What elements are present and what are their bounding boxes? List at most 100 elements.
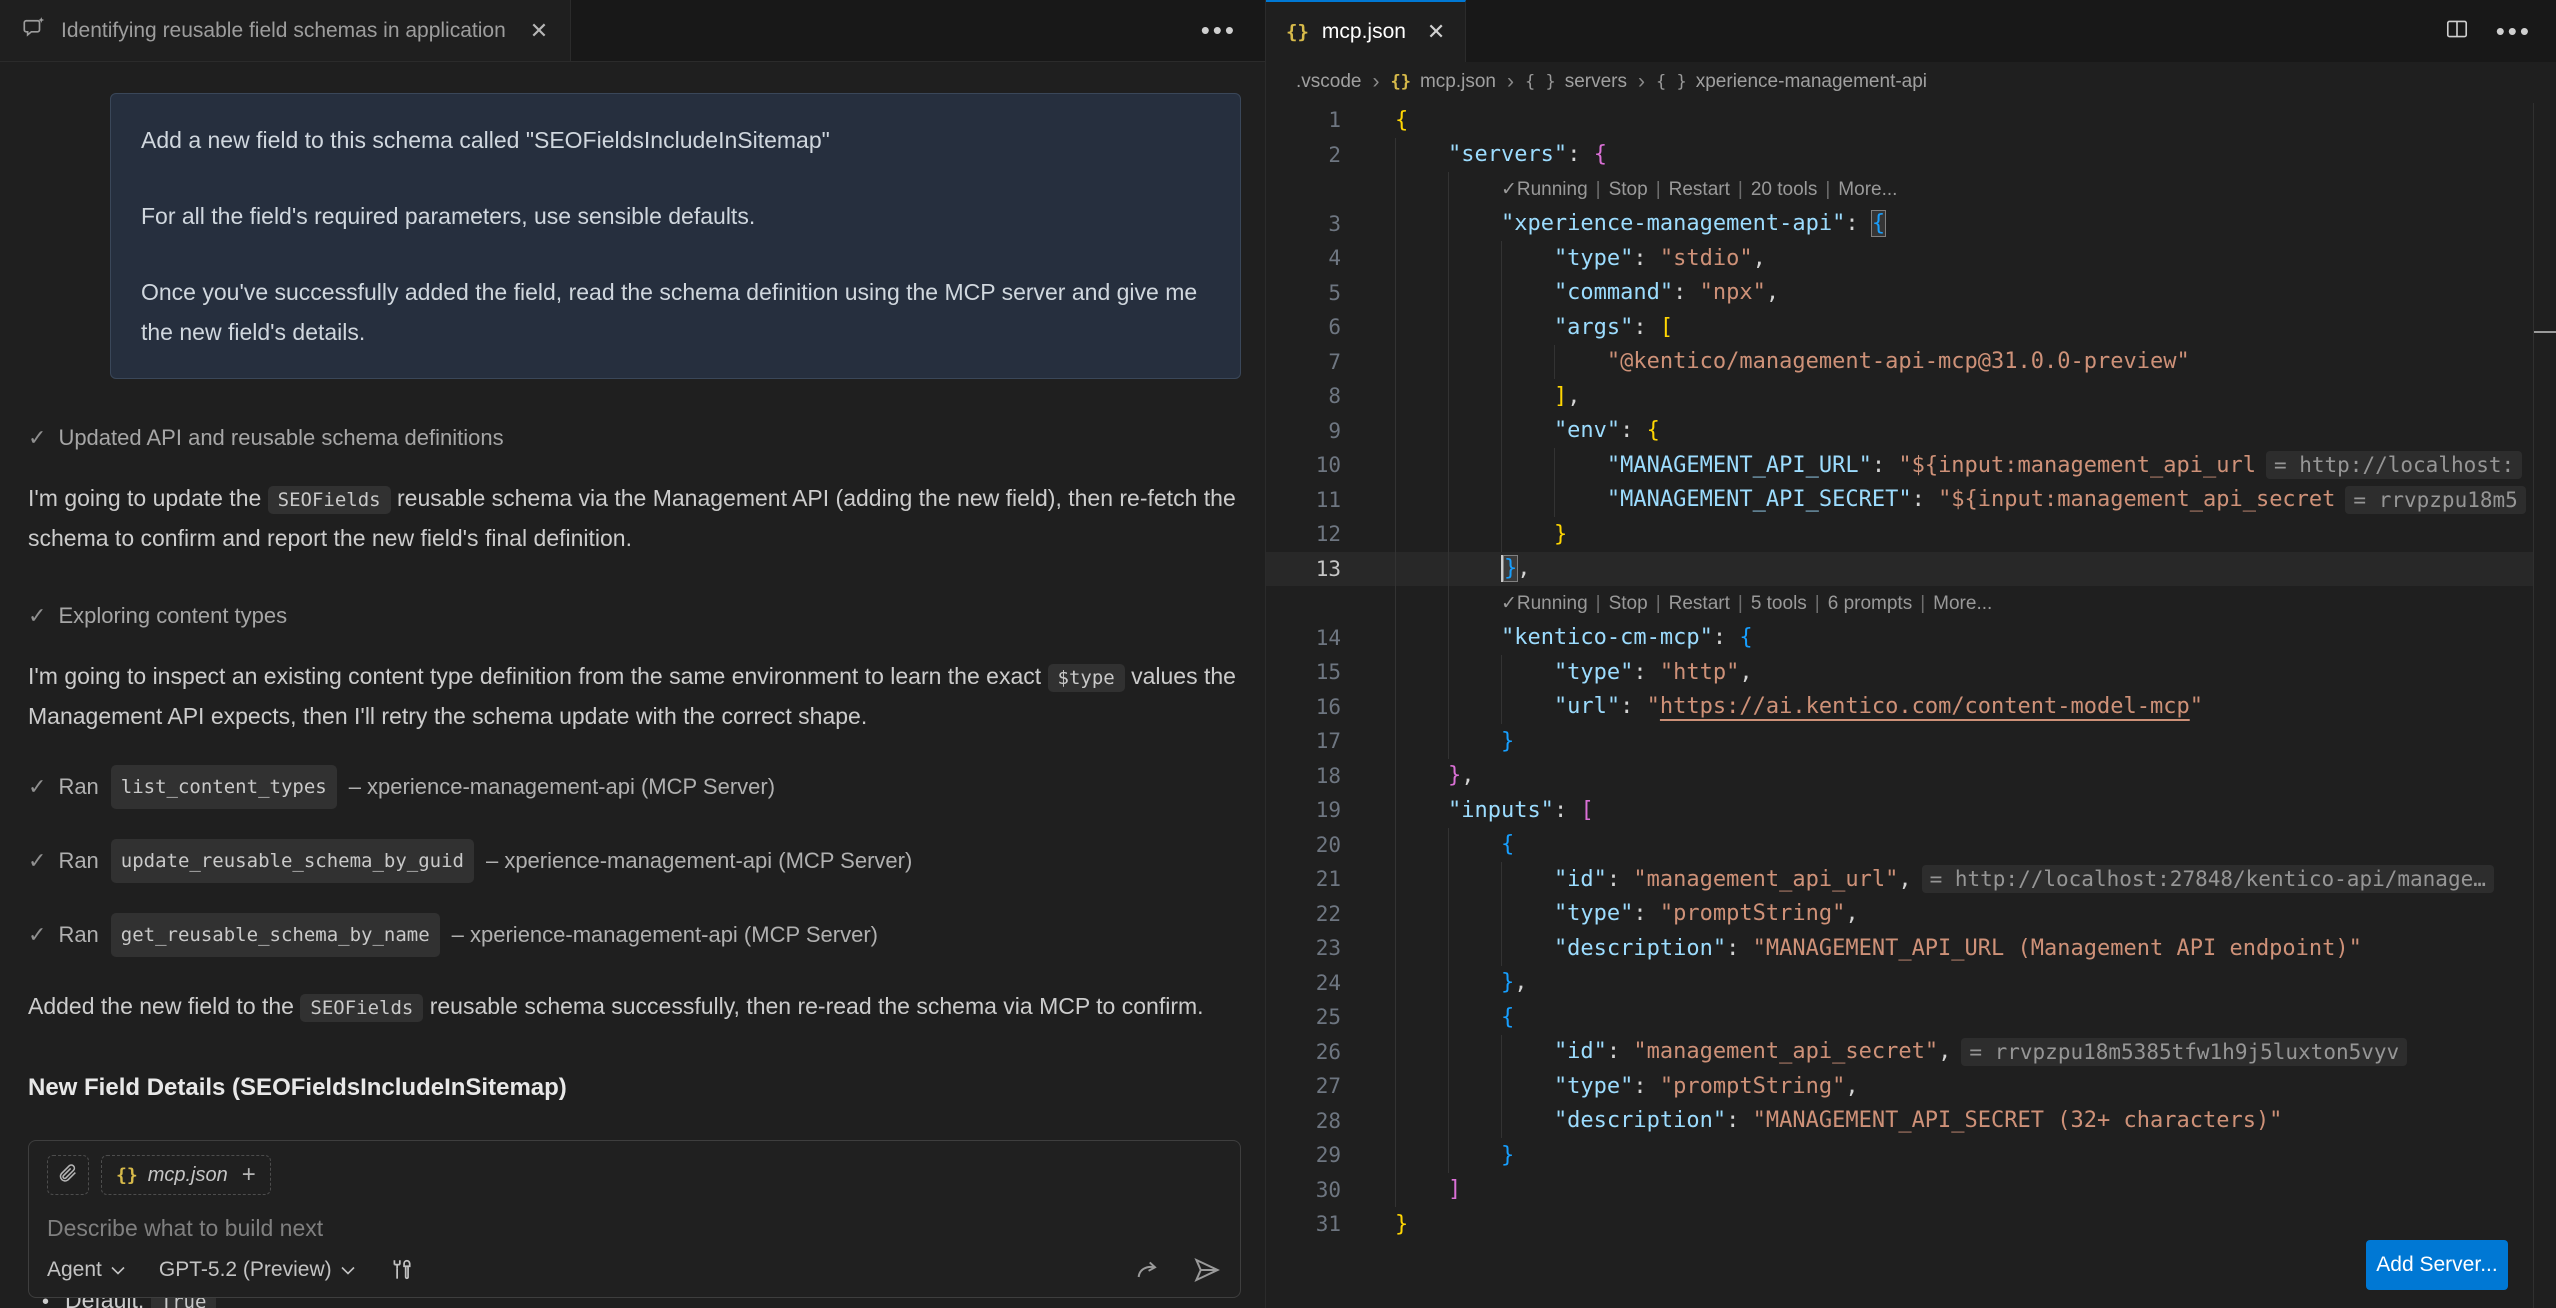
line-content: "type": "promptString", bbox=[1341, 897, 1859, 932]
code-line: 8], bbox=[1266, 379, 2533, 414]
add-context-icon[interactable]: + bbox=[242, 1161, 256, 1189]
inline-code: SEOFields bbox=[300, 994, 423, 1022]
codelens-link[interactable]: 5 tools bbox=[1751, 593, 1807, 614]
code-line: 29} bbox=[1266, 1138, 2533, 1173]
code-line: 13}, bbox=[1266, 552, 2533, 587]
curved-arrow-icon bbox=[1134, 1256, 1162, 1284]
codelens-link[interactable]: More... bbox=[1933, 593, 1992, 614]
indent-guides bbox=[1395, 241, 1554, 276]
codelens-link[interactable]: Running bbox=[1517, 179, 1588, 200]
chat-input-actions bbox=[1134, 1255, 1222, 1285]
chat-input-box[interactable]: {} mcp.json + Describe what to build nex… bbox=[28, 1140, 1241, 1298]
mode-picker-label: Agent bbox=[47, 1258, 102, 1282]
line-number: 30 bbox=[1266, 1178, 1341, 1202]
json-file-icon: {} bbox=[116, 1165, 138, 1186]
code-token: "id" bbox=[1554, 867, 1607, 892]
codelens-text: ✓Running|Stop|Restart|5 tools|6 prompts|… bbox=[1501, 592, 1992, 615]
braces-icon: { } bbox=[1656, 72, 1687, 92]
code-token: , bbox=[1845, 901, 1858, 926]
breadcrumb-item[interactable]: {}mcp.json bbox=[1390, 71, 1496, 93]
editor-tab-mcp-json[interactable]: {} mcp.json ✕ bbox=[1266, 0, 1466, 62]
breadcrumb-item[interactable]: .vscode bbox=[1296, 71, 1361, 93]
codelens-link[interactable]: 6 prompts bbox=[1828, 593, 1912, 614]
codelens-separator: | bbox=[1730, 593, 1751, 614]
code-editor[interactable]: 1{2"servers": {✓Running|Stop|Restart|20 … bbox=[1266, 103, 2533, 1308]
indent-guides bbox=[1395, 379, 1554, 414]
line-number: 22 bbox=[1266, 902, 1341, 926]
breadcrumb-item[interactable]: { }xperience-management-api bbox=[1656, 71, 1927, 93]
line-content: ], bbox=[1341, 379, 1580, 414]
editor-more-icon[interactable]: ••• bbox=[2496, 16, 2532, 47]
line-number: 5 bbox=[1266, 281, 1341, 305]
split-editor-icon[interactable] bbox=[2444, 16, 2470, 47]
forward-button[interactable] bbox=[1134, 1256, 1162, 1284]
code-token: : bbox=[1633, 901, 1660, 926]
codelens-link[interactable]: More... bbox=[1838, 179, 1897, 200]
codelens-separator: | bbox=[1730, 179, 1751, 200]
code-token: "env" bbox=[1554, 418, 1620, 443]
tool-name-chip[interactable]: get_reusable_schema_by_name bbox=[111, 913, 440, 957]
indent-guides bbox=[1395, 448, 1607, 483]
codelens-link[interactable]: Stop bbox=[1609, 179, 1648, 200]
codelens-link[interactable]: Running bbox=[1517, 593, 1588, 614]
add-server-button[interactable]: Add Server... bbox=[2366, 1240, 2508, 1290]
tool-name-chip[interactable]: list_content_types bbox=[111, 765, 337, 809]
attach-button[interactable] bbox=[47, 1155, 89, 1195]
code-line: 17} bbox=[1266, 724, 2533, 759]
braces-icon: { } bbox=[1525, 72, 1556, 92]
codelens-link[interactable]: Restart bbox=[1669, 593, 1730, 614]
code-token: [ bbox=[1580, 798, 1593, 823]
code-token: : bbox=[1633, 246, 1660, 271]
step-row: ✓Updated API and reusable schema definit… bbox=[28, 419, 1241, 457]
tools-button[interactable] bbox=[389, 1257, 415, 1283]
line-number: 14 bbox=[1266, 626, 1341, 650]
check-icon: ✓ bbox=[28, 768, 46, 806]
line-number: 13 bbox=[1266, 557, 1341, 581]
chat-input-toolbar: Agent GPT-5.2 (Preview) bbox=[47, 1255, 1222, 1285]
code-line: 22"type": "promptString", bbox=[1266, 897, 2533, 932]
codelens-link[interactable]: Restart bbox=[1669, 179, 1730, 200]
code-token: } bbox=[1554, 522, 1567, 547]
code-line: 4"type": "stdio", bbox=[1266, 241, 2533, 276]
code-token: "description" bbox=[1554, 936, 1726, 961]
editor-tab-close-icon[interactable]: ✕ bbox=[1427, 19, 1445, 45]
url-link[interactable]: https://ai.kentico.com/content-model-mcp bbox=[1660, 694, 2190, 719]
chat-tab-close-icon[interactable]: ✕ bbox=[530, 18, 548, 44]
line-content: }, bbox=[1341, 966, 1527, 1001]
code-token: "${input:management_api_url bbox=[1898, 453, 2256, 478]
breadcrumb-separator: › bbox=[1638, 70, 1645, 94]
editor-scrollbar[interactable] bbox=[2533, 103, 2556, 1308]
tool-name-chip[interactable]: update_reusable_schema_by_guid bbox=[111, 839, 474, 883]
line-content: "id": "management_api_url",= http://loca… bbox=[1341, 862, 2494, 897]
code-token: "description" bbox=[1554, 1108, 1726, 1133]
context-chip-label: mcp.json bbox=[148, 1164, 228, 1187]
breadcrumb: .vscode›{}mcp.json›{ }servers›{ }xperien… bbox=[1266, 62, 2556, 102]
chat-more-icon[interactable]: ••• bbox=[1201, 0, 1265, 61]
line-number: 1 bbox=[1266, 108, 1341, 132]
line-number: 11 bbox=[1266, 488, 1341, 512]
code-line: 7"@kentico/management-api-mcp@31.0.0-pre… bbox=[1266, 345, 2533, 380]
line-number: 10 bbox=[1266, 453, 1341, 477]
codelens-separator: | bbox=[1912, 593, 1933, 614]
code-token: "id" bbox=[1554, 1039, 1607, 1064]
code-token: ] bbox=[1554, 384, 1567, 409]
line-content: ] bbox=[1341, 1173, 1461, 1208]
codelens-link[interactable]: Stop bbox=[1609, 593, 1648, 614]
context-chip-mcp-json[interactable]: {} mcp.json + bbox=[101, 1155, 271, 1195]
breadcrumb-label: mcp.json bbox=[1420, 71, 1496, 93]
line-content: }, bbox=[1341, 759, 1474, 794]
breadcrumb-item[interactable]: { }servers bbox=[1525, 71, 1627, 93]
chevron-down-icon bbox=[111, 1266, 125, 1275]
send-button[interactable] bbox=[1192, 1255, 1222, 1285]
codelens-link[interactable]: 20 tools bbox=[1751, 179, 1818, 200]
overview-ruler-cursor-mark bbox=[2534, 331, 2556, 333]
indent-guides bbox=[1395, 621, 1501, 656]
model-picker[interactable]: GPT-5.2 (Preview) bbox=[159, 1258, 355, 1282]
chat-input-placeholder[interactable]: Describe what to build next bbox=[47, 1215, 1222, 1242]
codelens-separator: | bbox=[1588, 179, 1609, 200]
json-file-icon: {} bbox=[1286, 21, 1309, 43]
text-segment: Added the new field to the bbox=[28, 993, 300, 1019]
chat-tab[interactable]: Identifying reusable field schemas in ap… bbox=[0, 0, 571, 61]
mode-picker[interactable]: Agent bbox=[47, 1258, 125, 1282]
check-icon: ✓ bbox=[28, 842, 46, 880]
